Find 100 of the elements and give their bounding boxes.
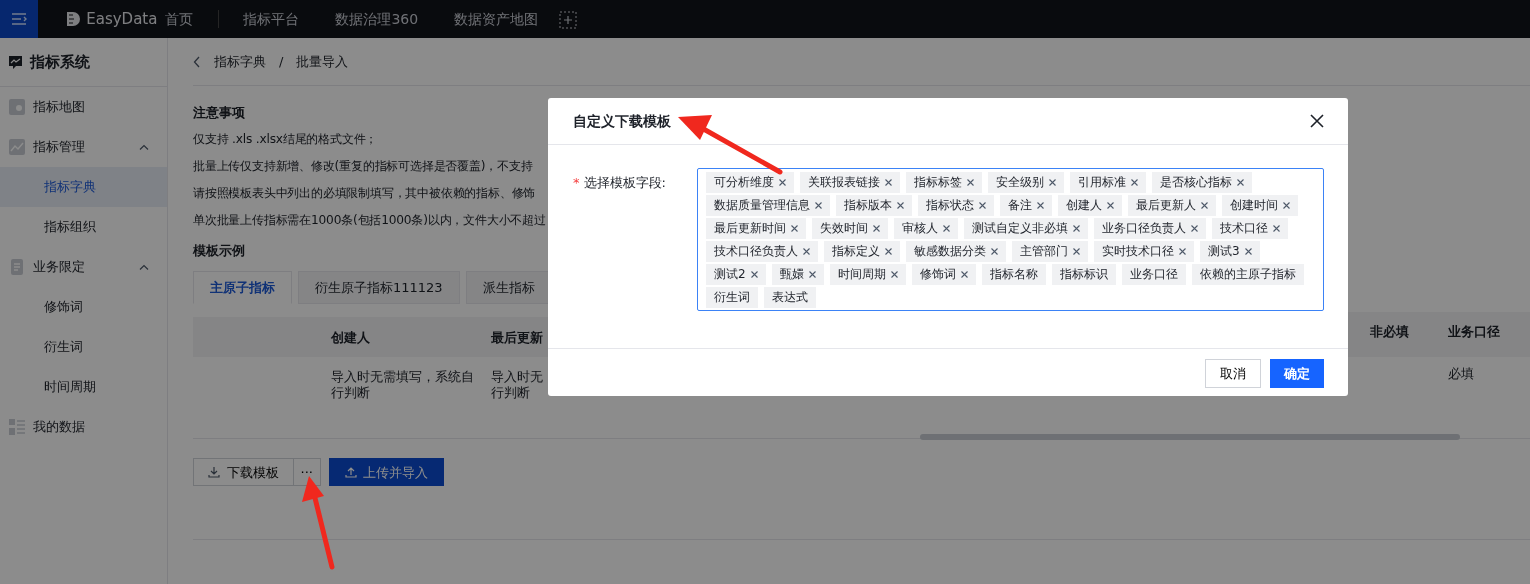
sidebar-item[interactable]: 衍生词 — [0, 327, 167, 367]
close-icon[interactable] — [815, 202, 822, 209]
close-icon[interactable] — [1191, 225, 1198, 232]
nav-link[interactable]: 数据治理360 — [317, 8, 437, 30]
close-icon[interactable] — [779, 179, 786, 186]
tag: 主管部门 — [1012, 241, 1088, 262]
confirm-button[interactable]: 确定 — [1270, 359, 1324, 388]
tag: 测试2 — [706, 264, 766, 285]
column-header: 业务口径 — [1448, 324, 1500, 340]
note-text: 请按照模板表头中列出的必填限制填写，其中被依赖的指标、修饰 — [193, 185, 536, 202]
upload-button[interactable]: 上传并导入 — [328, 458, 445, 487]
sidebar-item[interactable]: 指标字典 — [0, 167, 167, 207]
tag: 指标名称 — [981, 264, 1046, 285]
sidebar-item[interactable]: 修饰词 — [0, 287, 167, 327]
sidebar-item[interactable]: 指标地图 — [0, 87, 167, 127]
chart-icon — [8, 138, 26, 156]
tag: 修饰词 — [911, 264, 976, 285]
tag: 安全级别 — [988, 172, 1064, 193]
note-text: 单次批量上传指标需在1000条(包括1000条)以内，文件大小不超过 — [193, 212, 546, 229]
close-icon[interactable] — [890, 271, 898, 278]
close-icon[interactable] — [897, 202, 904, 209]
close-icon — [1310, 114, 1324, 128]
tag: 指标版本 — [836, 195, 912, 216]
close-icon[interactable] — [1283, 202, 1290, 209]
tag: 创建人 — [1058, 195, 1122, 216]
tag: 失效时间 — [812, 218, 888, 239]
add-icon — [559, 10, 578, 29]
close-icon[interactable] — [967, 179, 974, 186]
menu-button[interactable] — [0, 0, 38, 38]
close-icon[interactable] — [991, 248, 998, 255]
close-icon[interactable] — [943, 225, 950, 232]
upload-icon — [344, 466, 357, 479]
map-icon — [8, 98, 26, 116]
close-icon[interactable] — [1201, 202, 1208, 209]
close-icon[interactable] — [1244, 248, 1252, 255]
chat-chart-icon — [8, 54, 23, 70]
note-text: 仅支持 .xls .xlsx结尾的格式文件； — [193, 131, 378, 148]
close-icon[interactable] — [960, 271, 968, 278]
tag: 衍生词 — [706, 287, 758, 308]
close-icon[interactable] — [979, 202, 986, 209]
close-button[interactable] — [1310, 114, 1324, 128]
tag: 关联报表链接 — [800, 172, 900, 193]
close-icon[interactable] — [791, 225, 798, 232]
column-header: 创建人 — [331, 329, 370, 345]
tag: 指标标识 — [1051, 264, 1116, 285]
tab[interactable]: 衍生原子指标111123 — [298, 270, 460, 305]
tag: 引用标准 — [1070, 172, 1146, 193]
tag: 最后更新时间 — [706, 218, 806, 239]
tag: 指标标签 — [906, 172, 982, 193]
table-cell: 导入时无 行判断 — [491, 369, 543, 402]
close-icon[interactable] — [1049, 179, 1056, 186]
tag-select-field[interactable]: 可分析维度 关联报表链接 指标标签 安全级别 引用标准 是否核心指标 数据质量管理信息 指标版本 指标状态 备注 创建人 最后更新人 创建时间 最后更新时间 失效时间 审核人 测试自定义非必填 业务口径负责人 技术口径 技术口径负责人 指标定义 敏感数据分类 主管部门 实时技术口径 测试3 测试2 甄嬛 时间周期 修饰词 指标名称 指标标识 业务口径 依赖的主原子指标 衍生词 表达式 — [697, 168, 1324, 311]
back-icon — [193, 55, 201, 68]
note-text: 批量上传仅支持新增、修改(重复的指标可选择是否覆盖)，不支持 — [193, 158, 533, 175]
close-icon[interactable] — [885, 248, 892, 255]
close-icon[interactable] — [750, 271, 758, 278]
column-header: 最后更新 — [491, 329, 543, 345]
sidebar-item[interactable]: 指标组织 — [0, 207, 167, 247]
tag: 表达式 — [764, 287, 816, 308]
close-icon[interactable] — [1131, 179, 1138, 186]
tag: 技术口径负责人 — [706, 241, 818, 262]
sidebar-item[interactable]: 我的数据 — [0, 407, 167, 447]
tag: 测试3 — [1200, 241, 1260, 262]
close-icon[interactable] — [1237, 179, 1244, 186]
close-icon[interactable] — [1073, 225, 1080, 232]
sidebar-item[interactable]: 时间周期 — [0, 367, 167, 407]
tag: 实时技术口径 — [1094, 241, 1194, 262]
tag: 可分析维度 — [706, 172, 794, 193]
close-icon[interactable] — [1179, 248, 1186, 255]
breadcrumb-item[interactable]: 指标字典 — [214, 51, 266, 72]
tag: 业务口径 — [1121, 264, 1186, 285]
sidebar-item[interactable]: 业务限定 — [0, 247, 167, 287]
table-cell: 导入时无需填写，系统自 行判断 — [331, 369, 474, 402]
close-icon[interactable] — [1037, 202, 1044, 209]
tag: 依赖的主原子指标 — [1191, 264, 1304, 285]
tag: 业务口径负责人 — [1094, 218, 1206, 239]
document-icon — [8, 258, 26, 276]
close-icon[interactable] — [803, 248, 810, 255]
close-icon[interactable] — [873, 225, 880, 232]
tag: 甄嬛 — [771, 264, 824, 285]
nav-link[interactable]: 首页 — [157, 8, 212, 30]
table-cell: 必填 — [1448, 366, 1474, 381]
nav-link[interactable]: 数据资产地图 — [436, 8, 557, 30]
download-button[interactable]: 下载模板 — [193, 458, 294, 487]
close-icon[interactable] — [1273, 225, 1280, 232]
cancel-button[interactable]: 取消 — [1205, 359, 1261, 388]
nav-link[interactable]: 指标平台 — [225, 8, 318, 30]
sidebar-item[interactable]: 指标管理 — [0, 127, 167, 167]
close-icon[interactable] — [885, 179, 892, 186]
close-icon[interactable] — [1073, 248, 1080, 255]
close-icon[interactable] — [808, 271, 816, 278]
tag: 创建时间 — [1222, 195, 1298, 216]
tab[interactable]: 主原子指标 — [193, 270, 292, 305]
tag: 指标状态 — [918, 195, 994, 216]
menu-icon — [11, 12, 27, 26]
required-mark: * — [573, 174, 580, 192]
list-icon — [8, 418, 26, 436]
tag: 指标定义 — [824, 241, 900, 262]
tag: 技术口径 — [1212, 218, 1288, 239]
close-icon[interactable] — [1107, 202, 1114, 209]
